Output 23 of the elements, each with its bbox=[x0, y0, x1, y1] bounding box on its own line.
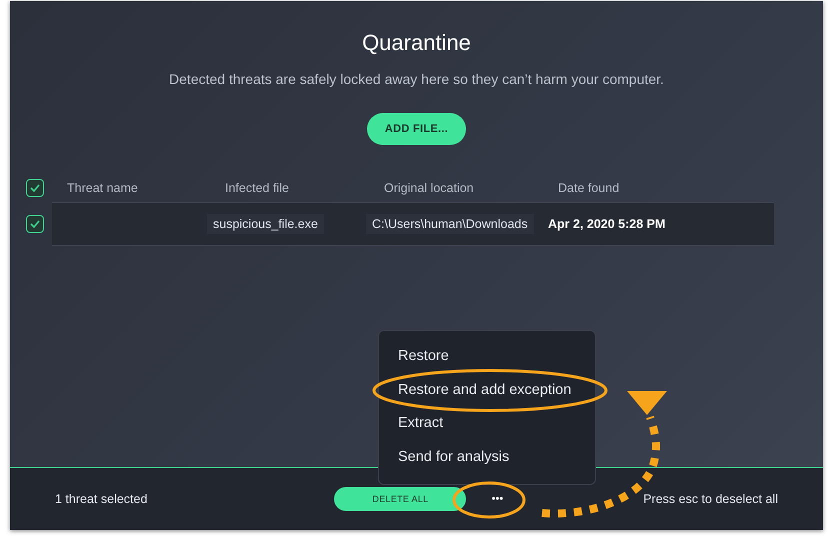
add-file-button[interactable]: ADD FILE... bbox=[367, 113, 466, 145]
menu-item[interactable]: Extract bbox=[398, 415, 595, 448]
checkbox[interactable] bbox=[26, 179, 44, 197]
delete-all-button[interactable]: DELETE ALL bbox=[334, 487, 466, 511]
checkbox[interactable] bbox=[26, 215, 44, 233]
menu-item[interactable]: Restore bbox=[398, 348, 595, 382]
column-header[interactable]: Original location bbox=[384, 181, 474, 195]
table-cell: suspicious_file.exe bbox=[207, 214, 324, 234]
table-row[interactable]: suspicious_file.exe C:\Users\human\Downloads Apr 2, 2020 5:28 PM bbox=[52, 202, 774, 246]
check-icon bbox=[30, 220, 40, 228]
column-header[interactable]: Threat name bbox=[67, 181, 138, 195]
more-button[interactable]: ••• bbox=[476, 487, 518, 511]
page-subtitle: Detected threats are safely locked away here so they can’t harm your computer. bbox=[169, 71, 664, 87]
column-header[interactable]: Date found bbox=[558, 181, 620, 195]
menu-item[interactable]: Send for analysis bbox=[398, 448, 595, 482]
table-cell: C:\Users\human\Downloads bbox=[366, 214, 534, 234]
selection-count: 1 threat selected bbox=[55, 492, 148, 506]
check-icon bbox=[30, 184, 40, 192]
page-title: Quarantine bbox=[362, 30, 471, 56]
deselect-hint: Press esc to deselect all bbox=[643, 492, 778, 506]
table-cell-text: Apr 2, 2020 5:28 PM bbox=[547, 216, 666, 233]
menu-item[interactable]: Restore and add exception bbox=[398, 382, 595, 415]
column-header[interactable]: Infected file bbox=[225, 181, 289, 195]
